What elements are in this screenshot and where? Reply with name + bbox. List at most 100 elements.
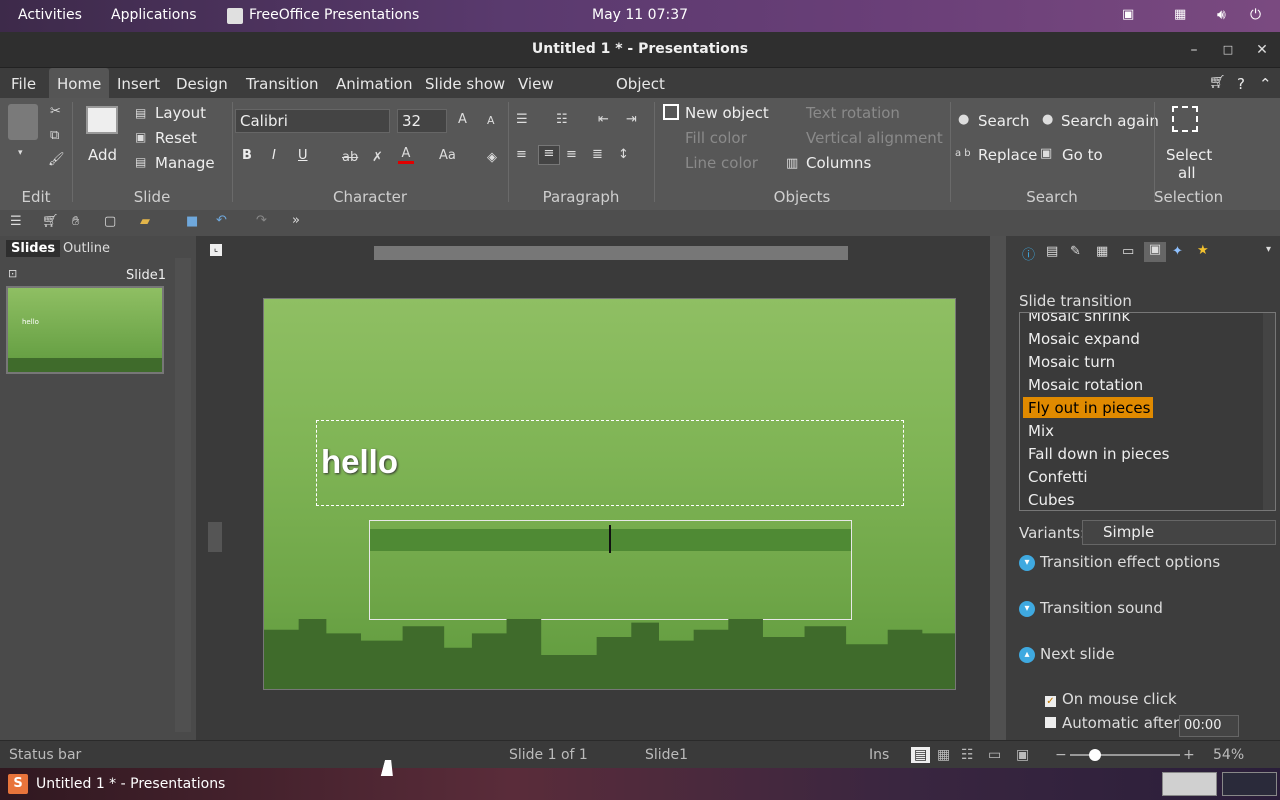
go-to-button[interactable]: Go to: [1062, 146, 1103, 164]
minimize-button[interactable]: –: [1184, 40, 1204, 60]
design-pane-icon[interactable]: ▦: [1096, 244, 1108, 259]
align-center-icon[interactable]: ≡: [538, 145, 560, 165]
zoom-slider[interactable]: [1070, 754, 1180, 756]
vertical-ruler-handle[interactable]: [208, 522, 222, 552]
on-mouse-click-option[interactable]: ✓ On mouse click: [1045, 690, 1177, 708]
line-spacing-icon[interactable]: ↕: [618, 147, 629, 162]
handout-view-icon[interactable]: ▭: [988, 747, 1001, 763]
zoom-out-button[interactable]: −: [1055, 747, 1067, 763]
clear-format-icon[interactable]: ✗: [372, 150, 383, 165]
select-all-line2[interactable]: all: [1178, 164, 1196, 182]
transition-list[interactable]: Mosaic shrink Mosaic expand Mosaic turn …: [1019, 312, 1276, 511]
manage-button[interactable]: Manage: [155, 154, 215, 172]
title-placeholder[interactable]: hello: [316, 420, 904, 506]
menu-object[interactable]: Object: [616, 75, 665, 93]
outline-view-icon[interactable]: ☷: [961, 747, 974, 763]
menu-animation[interactable]: Animation: [336, 75, 412, 93]
tab-stop-selector[interactable]: ⌞: [210, 244, 222, 256]
horizontal-ruler[interactable]: [374, 246, 848, 260]
menu-transition[interactable]: Transition: [246, 75, 319, 93]
redo-icon[interactable]: ↷: [256, 213, 267, 228]
transition-item[interactable]: Confetti: [1028, 468, 1088, 486]
checkbox-checked-icon[interactable]: ✓: [1045, 696, 1056, 707]
applications-menu[interactable]: Applications: [111, 7, 197, 23]
info-icon[interactable]: ⓘ: [1022, 244, 1035, 263]
automatic-time-input[interactable]: 00:00: [1179, 715, 1239, 737]
display-icon[interactable]: ▣: [1122, 7, 1134, 22]
insert-mode[interactable]: Ins: [869, 747, 889, 763]
transition-item[interactable]: Mosaic shrink: [1028, 313, 1130, 325]
numbering-icon[interactable]: ☷: [556, 112, 568, 127]
menu-design[interactable]: Design: [176, 75, 228, 93]
volume-icon[interactable]: 🔊︎: [1217, 7, 1226, 23]
layout-pane-icon[interactable]: ▤: [1046, 244, 1058, 259]
cut-icon[interactable]: ✂: [50, 104, 61, 119]
help-button[interactable]: ?: [1237, 75, 1245, 93]
eraser-icon[interactable]: ◈: [487, 150, 497, 165]
search-again-button[interactable]: Search again: [1061, 112, 1159, 130]
select-all-line1[interactable]: Select: [1166, 146, 1212, 164]
case-icon[interactable]: Aa: [439, 148, 456, 163]
menu-slideshow[interactable]: Slide show: [425, 75, 505, 93]
transition-pane-icon[interactable]: ▣: [1144, 242, 1166, 262]
workspace-2[interactable]: [1222, 772, 1277, 796]
selected-textbox[interactable]: [369, 520, 852, 620]
master-pane-icon[interactable]: ▭: [1122, 244, 1134, 259]
menu-insert[interactable]: Insert: [117, 75, 160, 93]
add-slide-button[interactable]: Add: [88, 146, 117, 164]
tab-slides[interactable]: Slides: [6, 240, 61, 257]
checkbox-unchecked-icon[interactable]: [1045, 717, 1056, 728]
undo-icon[interactable]: ↶: [216, 213, 227, 228]
zoom-slider-handle[interactable]: [1089, 749, 1101, 761]
slide-canvas[interactable]: hello: [263, 298, 956, 690]
slide-sorter-icon[interactable]: ▦: [937, 747, 950, 763]
menu-home[interactable]: Home: [49, 68, 110, 98]
text-rotation-button[interactable]: Text rotation: [806, 104, 900, 122]
line-color-button[interactable]: Line color: [685, 154, 758, 172]
add-slide-icon[interactable]: [86, 106, 118, 134]
font-color-icon[interactable]: A: [398, 146, 414, 164]
activities-button[interactable]: Activities: [18, 7, 82, 23]
menu-file[interactable]: File: [11, 75, 36, 93]
grow-font-icon[interactable]: A: [458, 112, 467, 127]
slides-scrollbar[interactable]: [175, 258, 191, 732]
transition-item[interactable]: Cubes: [1028, 491, 1075, 509]
bullets-icon[interactable]: ☰: [516, 112, 528, 127]
increase-indent-icon[interactable]: ⇥: [626, 112, 637, 127]
vertical-alignment-button[interactable]: Vertical alignment: [806, 129, 943, 147]
edit-pane-icon[interactable]: ✎: [1070, 244, 1081, 259]
menu-view[interactable]: View: [518, 75, 554, 93]
new-object-button[interactable]: New object: [685, 104, 769, 122]
menu-icon[interactable]: ☰: [10, 214, 22, 229]
align-right-icon[interactable]: ≡: [566, 147, 577, 162]
transition-list-scrollbar[interactable]: [1263, 313, 1275, 510]
presentations-app-icon[interactable]: S: [8, 774, 28, 794]
slide-thumbnail[interactable]: hello: [6, 286, 164, 374]
normal-view-icon[interactable]: ▤: [911, 747, 931, 763]
slide-title-text[interactable]: hello: [321, 443, 398, 481]
zoom-level[interactable]: 54%: [1213, 747, 1244, 763]
select-all-icon[interactable]: [1172, 106, 1198, 132]
automatic-after-option[interactable]: Automatic after:: [1045, 714, 1184, 732]
collapse-ribbon-icon[interactable]: ⌃: [1259, 75, 1272, 93]
next-slide-section[interactable]: ▴ Next slide: [1019, 645, 1115, 663]
transition-item[interactable]: Fall down in pieces: [1028, 445, 1169, 463]
master-view-icon[interactable]: ▣: [1016, 747, 1029, 763]
font-name-combo[interactable]: Calibri: [235, 109, 390, 133]
cart-icon[interactable]: 🛒︎: [42, 214, 59, 229]
workspace-icon[interactable]: ▦: [1174, 7, 1186, 22]
paste-dropdown-icon[interactable]: ▾: [18, 148, 23, 158]
transition-item[interactable]: Mosaic turn: [1028, 353, 1115, 371]
layout-button[interactable]: Layout: [155, 104, 206, 122]
transition-item-selected[interactable]: Fly out in pieces: [1023, 397, 1153, 418]
new-document-icon[interactable]: ▢: [104, 214, 116, 229]
copy-icon[interactable]: ⧉: [50, 128, 59, 143]
maximize-button[interactable]: □: [1218, 40, 1238, 60]
transition-item[interactable]: Mosaic rotation: [1028, 376, 1143, 394]
animation-pane-icon[interactable]: ✦: [1172, 244, 1183, 259]
variants-select[interactable]: Simple: [1082, 520, 1276, 545]
tab-outline[interactable]: Outline: [58, 240, 115, 257]
cart-icon[interactable]: 🛒︎: [1209, 75, 1226, 90]
strikethrough-icon[interactable]: ab: [342, 150, 358, 165]
zoom-in-button[interactable]: +: [1183, 747, 1195, 763]
